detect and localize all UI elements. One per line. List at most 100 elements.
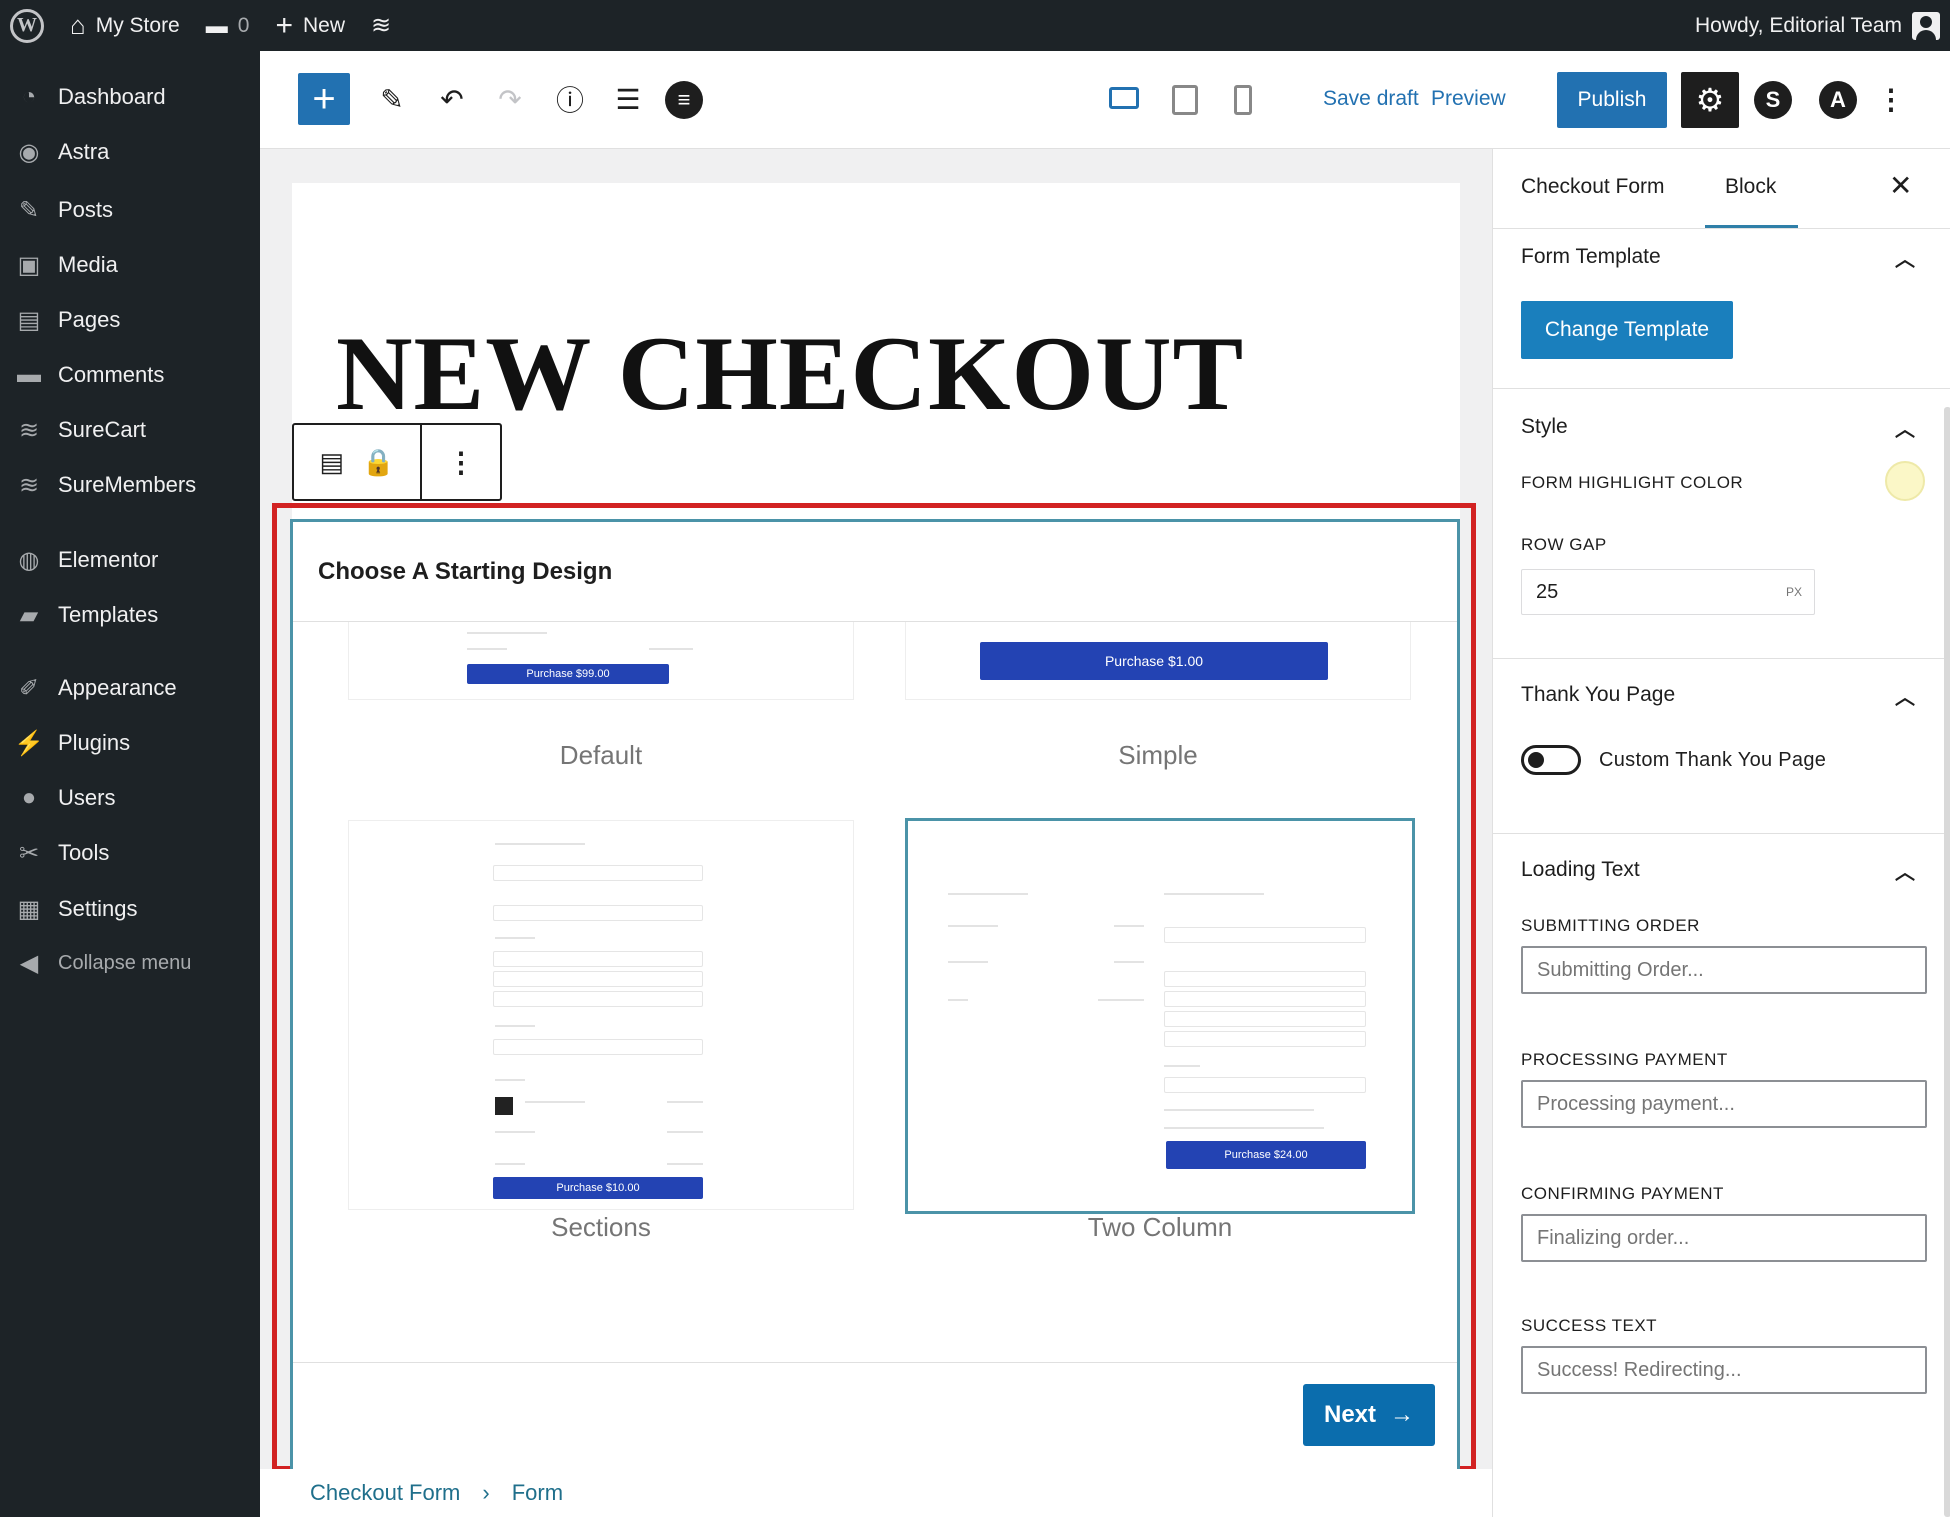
sidebar-item-label: Astra xyxy=(58,139,110,164)
sidebar-item-label: Dashboard xyxy=(58,84,166,109)
confirming-payment-input[interactable] xyxy=(1521,1214,1927,1262)
comments-menu[interactable]: ▬ 0 xyxy=(193,0,263,51)
sidebar-item-label: Collapse menu xyxy=(58,951,192,974)
close-icon[interactable]: ✕ xyxy=(1889,169,1912,202)
sidebar-item-astra[interactable]: ◉ Astra xyxy=(0,128,260,176)
form-block-icon[interactable]: ▤ xyxy=(320,447,345,478)
sidebar-collapse-menu[interactable]: ◀ Collapse menu xyxy=(0,939,260,987)
sidebar-item-comments[interactable]: ▬ Comments xyxy=(0,351,260,399)
sidebar-item-appearance[interactable]: ✐ Appearance xyxy=(0,664,260,712)
highlight-color-swatch[interactable] xyxy=(1885,461,1925,501)
tab-checkout-form[interactable]: Checkout Form xyxy=(1521,175,1665,199)
publish-button[interactable]: Publish xyxy=(1557,72,1667,128)
new-content-menu[interactable]: + New xyxy=(262,0,358,51)
site-name-menu[interactable]: ⌂ My Store xyxy=(57,0,193,51)
mini-field xyxy=(1164,1031,1366,1047)
sidebar-item-settings[interactable]: ▦ Settings xyxy=(0,885,260,933)
surecart-toolbar-button[interactable]: ≡ xyxy=(665,81,703,119)
chevron-up-icon[interactable]: ︿ xyxy=(1895,681,1915,710)
design-card-default[interactable]: Purchase $99.00 xyxy=(348,622,854,700)
mini-line xyxy=(495,843,585,845)
block-inserter-button[interactable]: + xyxy=(298,73,350,125)
sidebar-item-dashboard[interactable]: ◔ Dashboard xyxy=(0,73,260,121)
spectra-button[interactable]: S xyxy=(1754,81,1792,119)
mini-field xyxy=(493,971,703,987)
design-card-simple[interactable]: Purchase $1.00 xyxy=(905,622,1411,700)
redo-button[interactable]: ↷ xyxy=(490,79,530,119)
sidebar-item-posts[interactable]: ✎ Posts xyxy=(0,186,260,234)
sidebar-item-plugins[interactable]: ⚡ Plugins xyxy=(0,719,260,767)
mini-line xyxy=(525,1101,585,1103)
settings-toggle-button[interactable]: ⚙ xyxy=(1681,72,1739,128)
design-label-sections[interactable]: Sections xyxy=(348,1212,854,1243)
success-text-input[interactable] xyxy=(1521,1346,1927,1394)
lock-icon[interactable]: 🔒 xyxy=(362,447,394,478)
sidebar-item-surecart[interactable]: ≋ SureCart xyxy=(0,406,260,454)
next-label: Next xyxy=(1323,1401,1377,1428)
astra-icon: ◉ xyxy=(18,138,40,166)
page-title[interactable]: NEW CHECKOUT xyxy=(336,313,1244,435)
mini-field xyxy=(1164,1011,1366,1027)
design-label-two-column[interactable]: Two Column xyxy=(907,1212,1413,1243)
sidebar-item-elementor[interactable]: ◍ Elementor xyxy=(0,536,260,584)
surecart-icon: ≋ xyxy=(370,12,392,39)
custom-thank-you-toggle[interactable] xyxy=(1521,745,1581,775)
preview-button[interactable]: Preview xyxy=(1431,87,1506,111)
change-template-button[interactable]: Change Template xyxy=(1521,301,1733,359)
sidebar-item-users[interactable]: ● Users xyxy=(0,774,260,822)
mini-line xyxy=(948,999,968,1001)
success-text-label: SUCCESS TEXT xyxy=(1521,1316,1658,1335)
sidebar-item-pages[interactable]: ▤ Pages xyxy=(0,296,260,344)
save-draft-button[interactable]: Save draft xyxy=(1323,87,1419,111)
new-label: New xyxy=(302,13,345,37)
info-icon: ⓘ xyxy=(555,85,584,116)
sidebar-item-templates[interactable]: ▰ Templates xyxy=(0,591,260,639)
panel-footer-divider xyxy=(293,1362,1457,1363)
sidebar-item-label: Media xyxy=(58,252,118,277)
surecart-menu[interactable]: ≋ xyxy=(358,0,404,51)
list-view-button[interactable]: ☰ xyxy=(608,79,648,119)
section-title[interactable]: Loading Text xyxy=(1521,858,1640,882)
chevron-up-icon[interactable]: ︿ xyxy=(1895,856,1915,885)
sidebar-item-tools[interactable]: ✂ Tools xyxy=(0,829,260,877)
avatar xyxy=(1912,11,1940,40)
account-menu[interactable]: Howdy, Editorial Team xyxy=(1682,0,1950,51)
chevron-up-icon[interactable]: ︿ xyxy=(1895,243,1915,272)
section-title[interactable]: Thank You Page xyxy=(1521,683,1675,707)
dashboard-icon: ◔ xyxy=(21,83,37,110)
edit-tool-button[interactable]: ✎ xyxy=(372,79,412,119)
tab-block[interactable]: Block xyxy=(1704,175,1799,228)
sidebar-item-label: Plugins xyxy=(58,730,131,755)
block-options-button[interactable]: ⋮ xyxy=(422,425,500,499)
design-card-two-column[interactable]: Purchase $24.00 xyxy=(905,818,1415,1214)
submitting-order-input[interactable] xyxy=(1521,946,1927,994)
section-title[interactable]: Style xyxy=(1521,415,1568,439)
design-label-default[interactable]: Default xyxy=(348,740,854,771)
desktop-preview-icon[interactable] xyxy=(1109,87,1139,109)
sidebar-item-suremembers[interactable]: ≋ SureMembers xyxy=(0,461,260,509)
design-label-simple[interactable]: Simple xyxy=(905,740,1411,771)
sidebar-item-label: Settings xyxy=(58,896,138,921)
options-menu-button[interactable]: ⋮ xyxy=(1876,79,1906,119)
astra-button[interactable]: A xyxy=(1819,81,1857,119)
processing-payment-input[interactable] xyxy=(1521,1080,1927,1128)
design-card-sections[interactable]: Purchase $10.00 xyxy=(348,820,854,1210)
chevron-up-icon[interactable]: ︿ xyxy=(1895,413,1915,442)
sidebar-item-media[interactable]: ▣ Media xyxy=(0,241,260,289)
mini-line xyxy=(495,1163,525,1165)
row-gap-unit[interactable]: PX xyxy=(1786,585,1802,599)
next-button[interactable]: Next → xyxy=(1303,1384,1435,1446)
editor-toolbar: + ✎ ↶ ↷ ⓘ ☰ ≡ Save draft Preview Publish… xyxy=(260,51,1950,149)
mobile-preview-icon[interactable] xyxy=(1234,85,1252,115)
form-template-section: Form Template ︿ Change Template xyxy=(1493,229,1950,389)
wp-logo-menu[interactable]: W xyxy=(0,0,57,51)
inspector-scrollbar[interactable] xyxy=(1944,407,1950,1517)
tablet-preview-icon[interactable] xyxy=(1172,85,1198,115)
breadcrumb-item[interactable]: Checkout Form xyxy=(310,1480,460,1506)
mini-field xyxy=(493,951,703,967)
undo-button[interactable]: ↶ xyxy=(432,79,472,119)
row-gap-input[interactable]: 25 PX xyxy=(1521,569,1815,615)
details-button[interactable]: ⓘ xyxy=(550,79,590,119)
breadcrumb-item[interactable]: Form xyxy=(512,1480,563,1506)
section-title[interactable]: Form Template xyxy=(1521,245,1661,269)
